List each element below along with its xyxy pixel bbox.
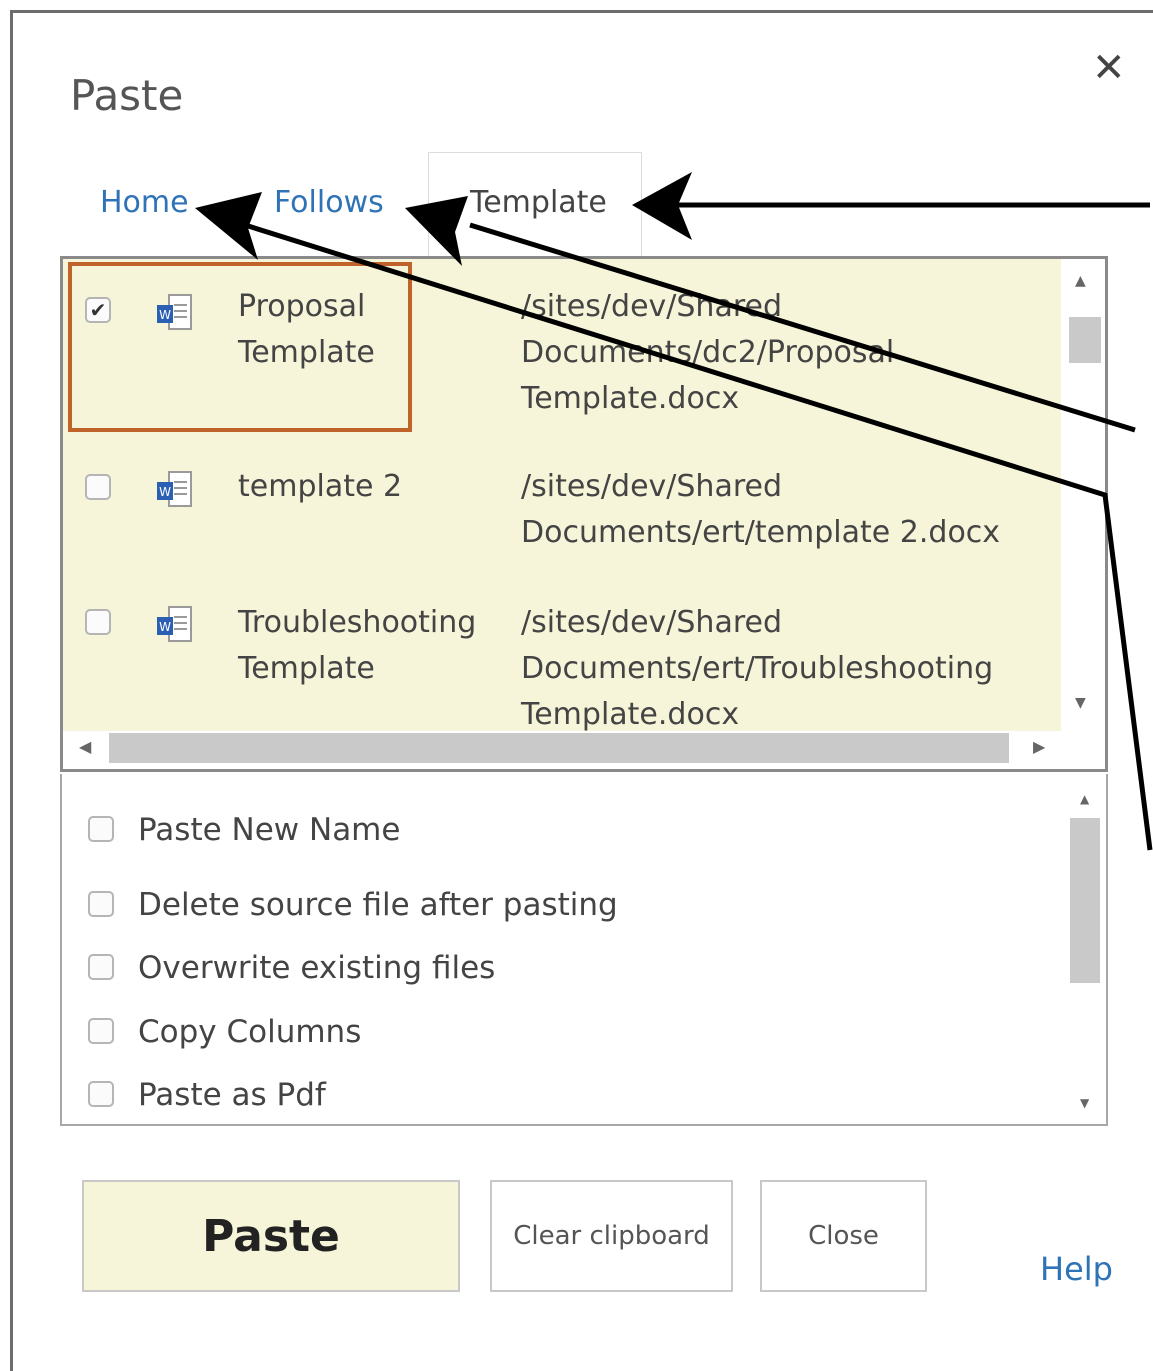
list-vertical-scrollbar[interactable]: ▲ ▼ (1061, 259, 1105, 731)
scroll-left-icon[interactable]: ◀ (79, 737, 91, 756)
tab-home[interactable]: Home (100, 185, 189, 220)
scroll-down-icon[interactable]: ▼ (1075, 695, 1086, 711)
paste-button[interactable]: Paste (82, 1180, 460, 1292)
close-button[interactable]: Close (760, 1180, 927, 1292)
tab-follows[interactable]: Follows (274, 185, 384, 220)
close-icon[interactable]: ✕ (1092, 45, 1126, 91)
row-checkbox[interactable] (85, 609, 111, 635)
row-checkbox[interactable] (85, 474, 111, 500)
table-row[interactable]: W Troubleshooting Template /sites/dev/Sha… (63, 576, 1061, 738)
scroll-thumb[interactable] (109, 733, 1009, 763)
file-path: /sites/dev/Shared Documents/dc2/Proposal T… (521, 289, 895, 416)
dialog-title: Paste (70, 71, 184, 120)
file-path: /sites/dev/Shared Documents/ert/Troublesh… (521, 605, 994, 732)
svg-text:W: W (159, 308, 171, 322)
option-checkbox[interactable] (88, 1081, 114, 1107)
option-checkbox[interactable] (88, 954, 114, 980)
list-horizontal-scrollbar[interactable]: ◀ ▶ (63, 731, 1063, 767)
table-row[interactable]: W template 2 /sites/dev/Shared Documents/… (63, 442, 1061, 578)
scroll-right-icon[interactable]: ▶ (1033, 737, 1045, 756)
file-name: Proposal Template (238, 289, 375, 370)
row-checkbox[interactable]: ✔ (85, 297, 111, 323)
word-document-icon: W (157, 471, 192, 507)
table-row[interactable]: ✔ W Proposal Template /sites/dev/Shared Do… (63, 259, 1061, 444)
clear-clipboard-button[interactable]: Clear clipboard (490, 1180, 733, 1292)
svg-text:W: W (159, 485, 171, 499)
file-name: template 2 (238, 469, 403, 504)
scroll-thumb[interactable] (1069, 317, 1101, 363)
scroll-down-icon[interactable]: ▼ (1080, 1096, 1089, 1110)
scroll-thumb[interactable] (1070, 818, 1100, 983)
svg-text:W: W (159, 620, 171, 634)
file-name: Troubleshooting Template (238, 605, 477, 686)
file-list: ✔ W Proposal Template /sites/dev/Shared Do… (60, 256, 1108, 772)
scroll-up-icon[interactable]: ▲ (1075, 273, 1086, 289)
options-panel: Paste New Name Delete source file after … (60, 774, 1108, 1126)
option-checkbox[interactable] (88, 891, 114, 917)
word-document-icon: W (157, 606, 192, 642)
tab-template[interactable]: Template (470, 185, 607, 220)
word-document-icon: W (157, 294, 192, 330)
help-link[interactable]: Help (1040, 1250, 1113, 1288)
option-checkbox[interactable] (88, 816, 114, 842)
options-vertical-scrollbar[interactable]: ▲ ▼ (1066, 792, 1100, 1112)
file-path: /sites/dev/Shared Documents/ert/template … (521, 469, 1001, 550)
option-checkbox[interactable] (88, 1018, 114, 1044)
scroll-up-icon[interactable]: ▲ (1080, 792, 1089, 806)
